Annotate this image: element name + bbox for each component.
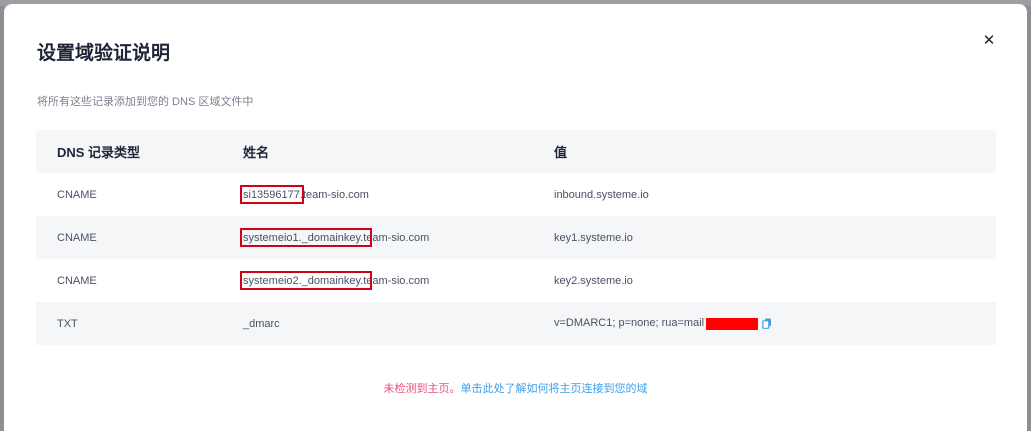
record-value: key2.systeme.io	[554, 274, 633, 287]
modal-subtitle: 将所有这些记录添加到您的 DNS 区域文件中	[37, 96, 254, 108]
record-type: CNAME	[57, 188, 97, 201]
homepage-status: 未检测到主页。单击此处了解如何将主页连接到您的域	[4, 380, 1027, 396]
redaction-block	[706, 317, 759, 330]
connect-homepage-link[interactable]: 单击此处了解如何将主页连接到您的域	[461, 383, 648, 395]
dns-records-table: DNS 记录类型 姓名 值 CNAME si13596177.team-sio.…	[36, 130, 996, 345]
domain-verification-modal: 设置域验证说明 ✕ 将所有这些记录添加到您的 DNS 区域文件中 DNS 记录类…	[4, 4, 1027, 431]
record-value: v=DMARC1; p=none; rua=mail	[534, 317, 996, 330]
record-type: TXT	[57, 317, 78, 330]
homepage-not-detected-text: 未检测到主页。	[383, 383, 461, 395]
record-type: CNAME	[57, 231, 97, 244]
table-header: DNS 记录类型 姓名 值	[36, 130, 996, 173]
header-record-type: DNS 记录类型	[57, 145, 141, 160]
highlight-box	[240, 227, 372, 247]
table-row: CNAME systemeio2._domainkey.team-sio.com…	[36, 259, 996, 302]
modal-title: 设置域验证说明	[37, 43, 171, 64]
header-name: 姓名	[243, 145, 270, 160]
record-value: key1.systeme.io	[554, 231, 633, 244]
table-row: TXT _dmarc v=DMARC1; p=none; rua=mail	[36, 302, 996, 345]
header-value: 值	[554, 145, 568, 160]
table-row: CNAME systemeio1._domainkey.team-sio.com…	[36, 216, 996, 259]
copy-icon[interactable]	[762, 318, 772, 329]
record-name: systemeio2._domainkey.team-sio.com	[240, 270, 534, 290]
record-name: systemeio1._domainkey.team-sio.com	[240, 227, 534, 247]
record-name: si13596177.team-sio.com	[240, 184, 534, 204]
highlight-box	[240, 270, 372, 290]
record-type: CNAME	[57, 274, 97, 287]
highlight-box	[240, 184, 304, 204]
table-row: CNAME si13596177.team-sio.com inbound.sy…	[36, 173, 996, 216]
record-name: _dmarc	[243, 317, 280, 330]
record-value-text: v=DMARC1; p=none; rua=mail	[554, 317, 705, 330]
record-value: inbound.systeme.io	[554, 188, 649, 201]
close-icon[interactable]: ✕	[982, 33, 996, 48]
